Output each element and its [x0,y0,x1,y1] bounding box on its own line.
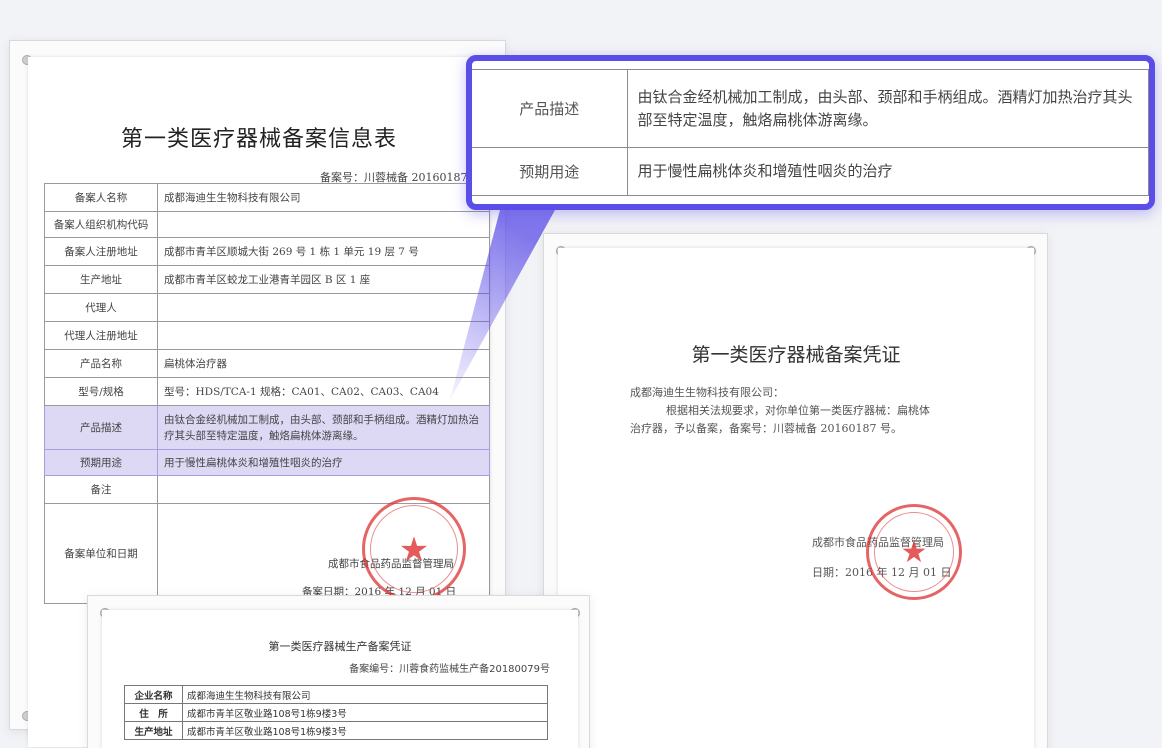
table-row: 预期用途 用于慢性扁桃体炎和增殖性咽炎的治疗 [472,147,1149,196]
row-value: 用于慢性扁桃体炎和增殖性咽炎的治疗 [627,147,1149,196]
row-value: 由钛合金经机械加工制成，由头部、颈部和手柄组成。酒精灯加热治疗其头部至特定温度，… [627,69,1149,148]
page: 第一类医疗器械备案信息表 备案号：川蓉械备 20160187 号 备案人名称 成都… [0,0,1162,748]
zoom-table: 产品描述 由钛合金经机械加工制成，由头部、颈部和手柄组成。酒精灯加热治疗其头部至特… [472,69,1149,196]
zoom-callout: 产品描述 由钛合金经机械加工制成，由头部、颈部和手柄组成。酒精灯加热治疗其头部至特… [466,55,1155,210]
table-row: 产品描述 由钛合金经机械加工制成，由头部、颈部和手柄组成。酒精灯加热治疗其头部至特… [472,69,1149,148]
row-label: 预期用途 [472,147,628,196]
row-label: 产品描述 [472,69,628,148]
